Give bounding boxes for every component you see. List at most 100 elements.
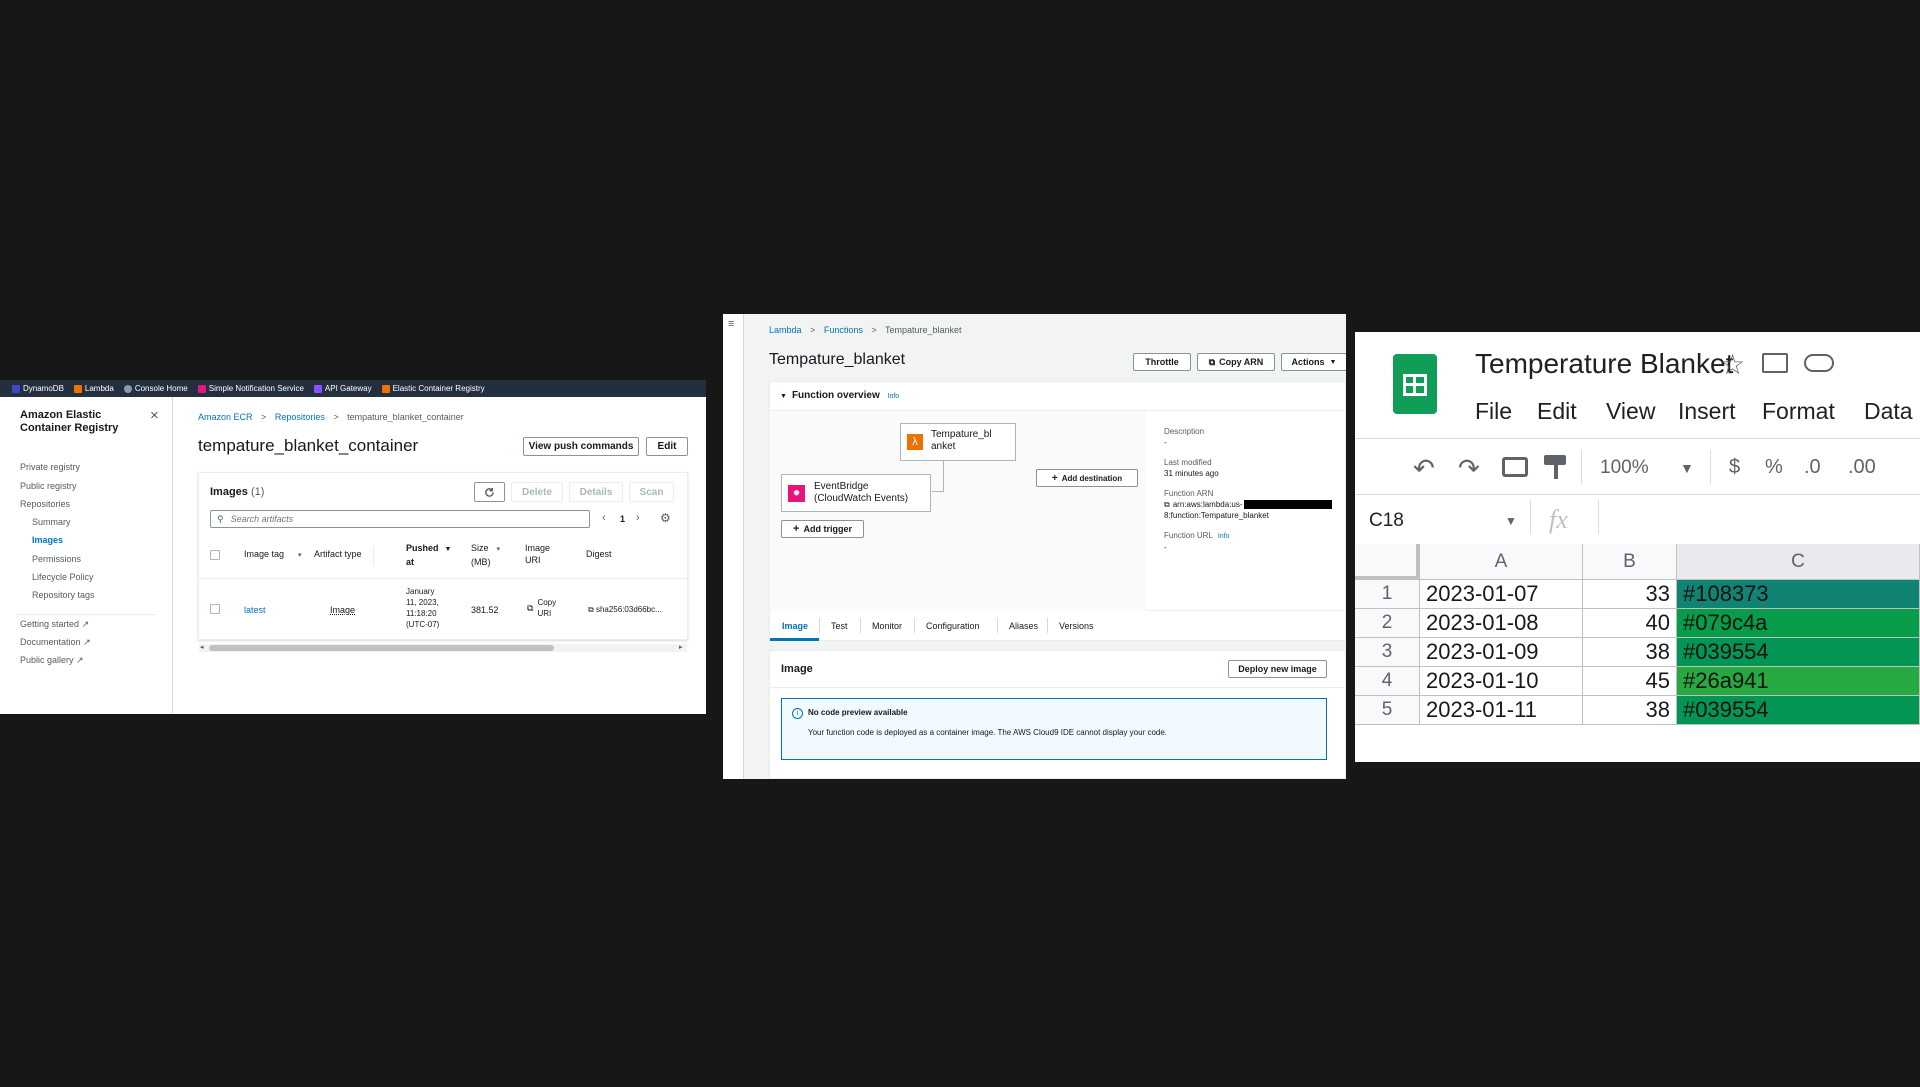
google-sheets-logo-icon[interactable] bbox=[1393, 354, 1437, 414]
url-info-link[interactable]: Info bbox=[1218, 533, 1230, 540]
cell-temperature[interactable]: 38 bbox=[1583, 638, 1677, 667]
cell-date[interactable]: 2023-01-07 bbox=[1420, 580, 1583, 609]
nav-lifecycle-policy[interactable]: Lifecycle Policy bbox=[32, 572, 94, 582]
scroll-right-icon[interactable]: ▸ bbox=[679, 643, 683, 651]
move-folder-icon[interactable] bbox=[1762, 353, 1788, 373]
menu-format[interactable]: Format bbox=[1762, 398, 1835, 425]
formula-input[interactable] bbox=[1599, 502, 1919, 532]
increase-decimal-button[interactable]: .00 bbox=[1848, 456, 1876, 479]
cell-color[interactable]: #039554 bbox=[1677, 638, 1920, 667]
next-page-icon[interactable]: › bbox=[636, 512, 640, 524]
name-box-dropdown-icon[interactable]: ▼ bbox=[1505, 514, 1517, 528]
nav-images[interactable]: Images bbox=[32, 535, 63, 545]
throttle-button[interactable]: Throttle bbox=[1133, 353, 1191, 371]
copy-arn-button[interactable]: ⧉ Copy ARN bbox=[1197, 353, 1275, 371]
column-image-uri[interactable]: Image URI bbox=[525, 542, 550, 566]
breadcrumb-functions[interactable]: Functions bbox=[824, 325, 863, 335]
breadcrumb-repositories[interactable]: Repositories bbox=[275, 412, 325, 422]
add-destination-button[interactable]: + Add destination bbox=[1036, 469, 1138, 487]
nav-getting-started[interactable]: Getting started ↗ bbox=[20, 619, 89, 630]
cell-color[interactable]: #26a941 bbox=[1677, 667, 1920, 696]
tab-aliases[interactable]: Aliases bbox=[1009, 621, 1038, 631]
view-push-commands-button[interactable]: View push commands bbox=[523, 437, 639, 456]
previous-page-icon[interactable]: ‹ bbox=[602, 512, 606, 524]
column-header-b[interactable]: B bbox=[1583, 544, 1677, 580]
eventbridge-trigger-node[interactable]: ✹ EventBridge (CloudWatch Events) bbox=[781, 474, 931, 512]
column-header-a[interactable]: A bbox=[1420, 544, 1583, 580]
zoom-value[interactable]: 100% bbox=[1600, 457, 1649, 479]
paint-format-icon[interactable] bbox=[1544, 455, 1566, 465]
nav-documentation[interactable]: Documentation ↗ bbox=[20, 637, 91, 648]
deploy-new-image-button[interactable]: Deploy new image bbox=[1228, 660, 1327, 678]
menu-view[interactable]: View bbox=[1606, 398, 1655, 425]
add-trigger-button[interactable]: + Add trigger bbox=[781, 520, 864, 538]
scrollbar-thumb[interactable] bbox=[209, 645, 554, 651]
tab-image[interactable]: Image bbox=[782, 621, 808, 631]
favorite-api-gateway[interactable]: API Gateway bbox=[313, 384, 372, 393]
cell-date[interactable]: 2023-01-10 bbox=[1420, 667, 1583, 696]
table-row[interactable]: latest Image January 11, 2023, 11:18:20 … bbox=[199, 579, 687, 637]
search-field[interactable]: ⚲ bbox=[210, 510, 590, 528]
cell-color[interactable]: #108373 bbox=[1677, 580, 1920, 609]
column-digest[interactable]: Digest bbox=[586, 549, 612, 559]
column-image-tag[interactable]: Image tag ▾ bbox=[244, 549, 302, 559]
tab-test[interactable]: Test bbox=[831, 621, 848, 631]
redo-icon[interactable]: ↷ bbox=[1458, 453, 1480, 484]
hamburger-menu-icon[interactable]: ≡ bbox=[728, 318, 734, 330]
cell-temperature[interactable]: 45 bbox=[1583, 667, 1677, 696]
tab-configuration[interactable]: Configuration bbox=[926, 621, 980, 631]
row-header[interactable]: 4 bbox=[1355, 667, 1420, 696]
cloud-status-icon[interactable] bbox=[1804, 354, 1834, 372]
search-input[interactable] bbox=[228, 513, 533, 525]
nav-public-gallery[interactable]: Public gallery ↗ bbox=[20, 655, 84, 666]
nav-private-registry[interactable]: Private registry bbox=[20, 462, 80, 472]
nav-repository-tags[interactable]: Repository tags bbox=[32, 590, 95, 600]
tab-versions[interactable]: Versions bbox=[1059, 621, 1094, 631]
select-all-checkbox[interactable] bbox=[210, 550, 220, 560]
nav-permissions[interactable]: Permissions bbox=[32, 554, 81, 564]
nav-public-registry[interactable]: Public registry bbox=[20, 481, 77, 491]
column-header-c[interactable]: C bbox=[1677, 544, 1920, 580]
cell-temperature[interactable]: 33 bbox=[1583, 580, 1677, 609]
info-link[interactable]: Info bbox=[888, 393, 900, 400]
menu-data[interactable]: Data bbox=[1864, 398, 1913, 425]
row-header[interactable]: 1 bbox=[1355, 580, 1420, 609]
cell-temperature[interactable]: 40 bbox=[1583, 609, 1677, 638]
currency-format-button[interactable]: $ bbox=[1729, 456, 1740, 479]
menu-file[interactable]: File bbox=[1475, 398, 1512, 425]
row-header[interactable]: 2 bbox=[1355, 609, 1420, 638]
scan-button[interactable]: Scan bbox=[629, 482, 674, 502]
function-arn[interactable]: ⧉ arn:aws:lambda:us- bbox=[1164, 499, 1344, 510]
star-icon[interactable]: ☆ bbox=[1720, 348, 1745, 381]
page-number[interactable]: 1 bbox=[620, 514, 625, 524]
select-all-corner[interactable] bbox=[1355, 544, 1420, 580]
tab-monitor[interactable]: Monitor bbox=[872, 621, 902, 631]
document-title[interactable]: Temperature Blanket bbox=[1475, 348, 1733, 380]
column-artifact-type[interactable]: Artifact type bbox=[314, 549, 362, 559]
nav-summary[interactable]: Summary bbox=[32, 517, 71, 527]
favorite-dynamodb[interactable]: DynamoDB bbox=[12, 384, 64, 393]
nav-repositories[interactable]: Repositories bbox=[20, 499, 70, 509]
menu-insert[interactable]: Insert bbox=[1678, 398, 1736, 425]
cell-color[interactable]: #079c4a bbox=[1677, 609, 1920, 638]
edit-button[interactable]: Edit bbox=[646, 437, 688, 456]
row-checkbox[interactable] bbox=[210, 604, 220, 614]
name-box[interactable]: C18 bbox=[1369, 510, 1404, 532]
copy-uri-button[interactable]: ⧉ Copy URI bbox=[527, 597, 556, 619]
scroll-left-icon[interactable]: ◂ bbox=[200, 643, 204, 651]
favorite-console-home[interactable]: Console Home bbox=[123, 384, 188, 393]
digest-value[interactable]: ⧉ sha256:03d66bc... bbox=[588, 605, 662, 615]
menu-edit[interactable]: Edit bbox=[1537, 398, 1577, 425]
favorite-ecr[interactable]: Elastic Container Registry bbox=[381, 384, 485, 393]
decrease-decimal-button[interactable]: .0 bbox=[1804, 456, 1821, 479]
cell-color[interactable]: #039554 bbox=[1677, 696, 1920, 725]
row-header[interactable]: 3 bbox=[1355, 638, 1420, 667]
percent-format-button[interactable]: % bbox=[1765, 456, 1783, 479]
function-node[interactable]: λ Tempature_bl anket bbox=[900, 423, 1016, 461]
details-button[interactable]: Details bbox=[569, 482, 623, 502]
favorite-lambda[interactable]: Lambda bbox=[73, 384, 114, 393]
actions-dropdown[interactable]: Actions ▼ bbox=[1281, 353, 1346, 371]
cell-date[interactable]: 2023-01-11 bbox=[1420, 696, 1583, 725]
cell-date[interactable]: 2023-01-08 bbox=[1420, 609, 1583, 638]
breadcrumb-lambda[interactable]: Lambda bbox=[769, 325, 802, 335]
